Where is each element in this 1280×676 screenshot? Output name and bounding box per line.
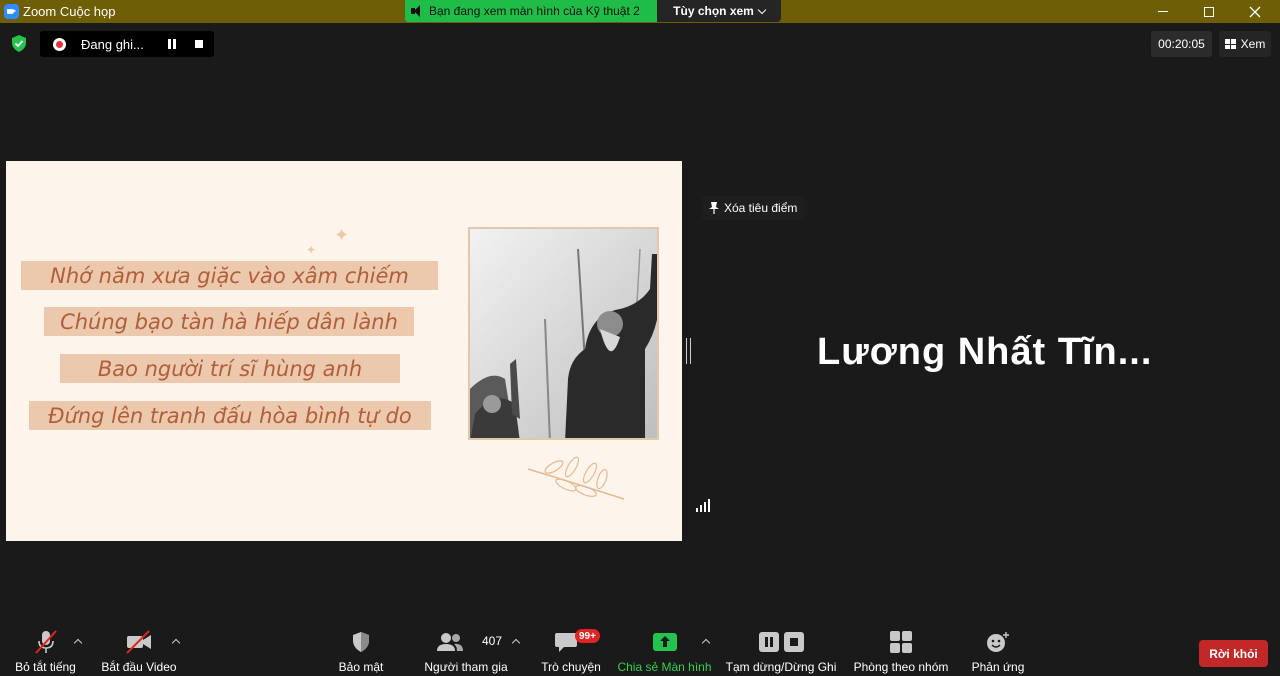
breakout-rooms-label: Phòng theo nhóm — [853, 660, 949, 674]
view-options-button[interactable]: Tùy chọn xem — [657, 0, 781, 22]
remove-spotlight-button[interactable]: Xóa tiêu điểm — [702, 196, 806, 220]
participants-label: Người tham gia — [424, 660, 508, 674]
participants-icon — [437, 633, 463, 651]
window-title: Zoom Cuộc họp — [23, 4, 116, 19]
view-button[interactable]: Xem — [1219, 31, 1271, 57]
microphone-muted-icon — [34, 630, 57, 654]
poem-line-2: Chúng bạo tàn hà hiếp dân lành — [44, 307, 414, 336]
close-button[interactable] — [1232, 0, 1278, 23]
participants-options-caret[interactable] — [511, 638, 521, 648]
reactions-button[interactable]: Phản ứng — [968, 628, 1028, 676]
share-screen-label: Chia sẻ Màn hình — [617, 660, 712, 674]
security-button[interactable]: Bảo mật — [335, 628, 387, 676]
poem-line-3: Bao người trí sĩ hùng anh — [60, 354, 400, 383]
participant-name: Lương Nhất Tĩn... — [817, 331, 1153, 373]
record-dot-icon — [53, 37, 66, 51]
security-label: Bảo mật — [338, 660, 384, 674]
pause-recording-button[interactable] — [168, 39, 178, 49]
encryption-shield-icon[interactable] — [11, 35, 27, 52]
zoom-meeting-window: Zoom Cuộc họp Bạn đang xem màn hình của … — [0, 0, 1280, 676]
share-banner-text: Bạn đang xem màn hình của Kỹ thuật 2 — [429, 4, 640, 18]
reactions-label: Phản ứng — [971, 660, 1025, 674]
sparkle-decoration: ✦ — [334, 225, 350, 245]
share-screen-icon — [652, 633, 677, 651]
breakout-rooms-button[interactable]: Phòng theo nhóm — [851, 628, 951, 676]
view-options-label: Tùy chọn xem — [673, 4, 754, 18]
video-label: Bắt đầu Video — [101, 660, 177, 674]
security-shield-icon — [353, 632, 369, 652]
stop-icon — [783, 632, 804, 652]
emoji-reaction-icon — [987, 632, 1009, 652]
mute-button[interactable]: Bỏ tắt tiếng — [12, 628, 79, 676]
historical-photo — [468, 227, 659, 440]
video-camera-off-icon — [126, 630, 151, 654]
shared-screen: ✦ ✦ Nhớ năm xưa giặc vào xâm chiếm Chúng… — [6, 161, 682, 541]
close-icon — [1249, 6, 1261, 17]
sparkle-decoration: ✦ — [306, 243, 317, 257]
chevron-down-icon — [757, 5, 767, 14]
chat-unread-badge: 99+ — [575, 629, 600, 643]
start-video-button[interactable]: Bắt đầu Video — [100, 628, 178, 676]
stop-recording-button[interactable] — [195, 40, 203, 48]
breakout-rooms-icon — [890, 631, 912, 653]
pin-icon — [709, 202, 719, 214]
leave-meeting-button[interactable]: Rời khỏi — [1199, 640, 1268, 667]
poem-line-4: Đứng lên tranh đấu hòa bình tự do — [29, 401, 431, 430]
maximize-button[interactable] — [1186, 0, 1232, 23]
view-button-label: Xem — [1240, 37, 1266, 51]
meeting-timer: 00:20:05 — [1151, 31, 1212, 57]
grid-view-icon — [1224, 39, 1236, 49]
pause-stop-recording-button[interactable]: Tạm dừng/Dừng Ghi — [724, 628, 838, 676]
remove-spotlight-label: Xóa tiêu điểm — [724, 201, 798, 215]
photo-image — [470, 229, 657, 438]
title-bar: Zoom Cuộc họp Bạn đang xem màn hình của … — [0, 0, 1280, 23]
recording-status: Đang ghi... — [81, 36, 144, 52]
speaker-icon — [411, 5, 425, 17]
mute-label: Bỏ tắt tiếng — [15, 660, 76, 674]
poem-line-1: Nhớ năm xưa giặc vào xâm chiếm — [21, 261, 438, 290]
leaf-branch-decoration — [527, 456, 625, 500]
split-view-handle[interactable] — [686, 338, 691, 364]
recording-indicator: Đang ghi... — [40, 31, 214, 57]
chat-label: Trò chuyện — [541, 660, 601, 674]
viewing-share-banner: Bạn đang xem màn hình của Kỹ thuật 2 — [405, 0, 657, 22]
record-label: Tạm dừng/Dừng Ghi — [725, 660, 837, 674]
connection-signal-icon — [696, 498, 712, 512]
zoom-app-icon — [4, 4, 19, 19]
share-screen-button[interactable]: Chia sẻ Màn hình — [617, 628, 712, 676]
participants-count: 407 — [482, 634, 503, 648]
pause-icon — [758, 632, 779, 652]
minimize-button[interactable] — [1140, 0, 1186, 23]
